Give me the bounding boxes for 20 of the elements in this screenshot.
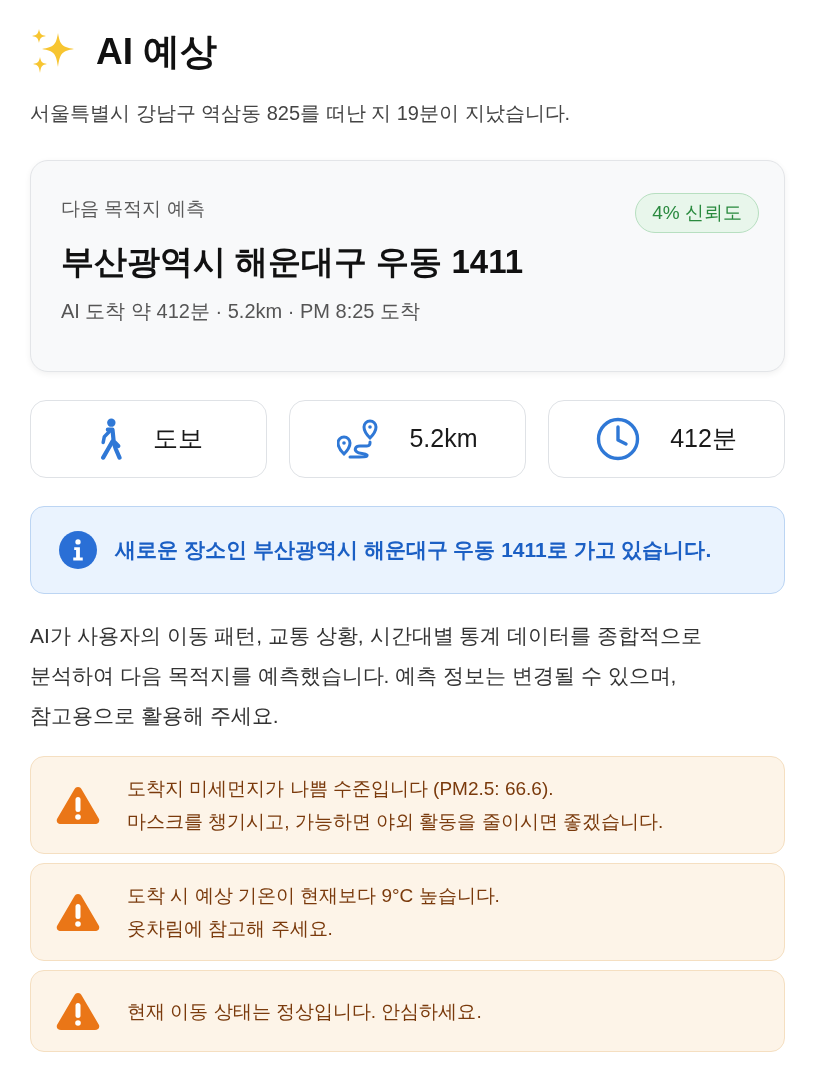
stat-value: 도보: [152, 423, 203, 455]
warning-icon: [55, 785, 101, 825]
stat-value: 412분: [670, 423, 737, 455]
info-icon: [59, 531, 97, 569]
warning-icon: [55, 991, 101, 1031]
clock-icon: [596, 417, 641, 461]
warning-message: 현재 이동 상태는 정상입니다. 안심하세요.: [127, 999, 482, 1024]
description: AI가 사용자의 이동 패턴, 교통 상황, 시간대별 통계 데이터를 종합적으로 분석하여 다음 목적지를 예측했습니다. 예측 정보는 변경될 수 있으며, 참고용으로 활용해 주세요.: [30, 623, 704, 729]
route-pins-icon: [337, 419, 380, 459]
info-message: 새로운 장소인 부산광역시 해운대구 우동 1411로 가고 있습니다.: [115, 537, 712, 564]
arrival-details: AI 도착 약 412분 · 5.2km · PM 8:25 도착: [61, 299, 421, 324]
warning-message: 도착 시 예상 기온이 현재보다 9°C 높습니다. 옷차림에 참고해 주세요.: [127, 884, 500, 941]
confidence-badge: 4% 신뢰도: [635, 193, 759, 233]
subtitle: 서울특별시 강남구 역삼동 825를 떠난 지 19분이 지났습니다.: [30, 101, 572, 126]
warning-icon: [55, 892, 101, 932]
card-label: 다음 목적지 예측: [61, 197, 205, 221]
stat-value: 5.2km: [409, 423, 478, 455]
destination-title: 부산광역시 해운대구 우동 1411: [61, 242, 525, 282]
page-title: AI 예상: [96, 32, 218, 70]
warning-message: 도착지 미세먼지가 나쁨 수준입니다 (PM2.5: 66.6). 마스크를 챙기시고, 가능하면 야외 활동을 줄이시면 좋겠습니다.: [127, 777, 664, 834]
